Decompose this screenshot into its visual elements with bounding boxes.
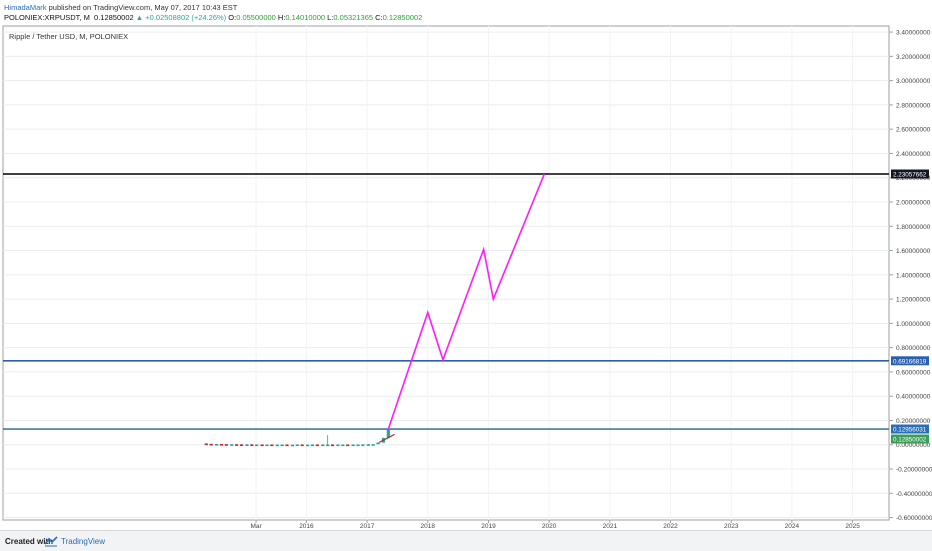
candle-body xyxy=(306,444,310,447)
candle-body xyxy=(341,444,345,447)
chart-title: Ripple / Tether USD, M, POLONIEX xyxy=(9,32,128,41)
time-tick-label: 2018 xyxy=(421,523,436,530)
candle-body xyxy=(219,444,224,446)
price-axis-labels: 2.23057662 0.69166819 0.12956031 0.12850002 xyxy=(891,169,929,444)
last-price: 0.12850002 xyxy=(94,13,134,22)
time-tick-label: 2017 xyxy=(360,523,375,530)
price-tick-label: -0.60000000 xyxy=(896,515,932,522)
candle-body xyxy=(351,444,355,447)
candle-body xyxy=(290,444,295,447)
candle-body xyxy=(371,444,375,446)
price-tick-label: 3.20000000 xyxy=(896,54,931,61)
candle-body xyxy=(300,444,304,447)
time-tick-label: Mar xyxy=(250,523,262,530)
price-tick-label: 1.80000000 xyxy=(896,224,931,231)
candle-body xyxy=(376,442,380,445)
published-text: published on TradingView.com, May 07, 20… xyxy=(48,3,238,12)
candle-body xyxy=(321,444,325,447)
close-value: 0.12850002 xyxy=(382,13,423,22)
publish-info: HimadaMark published on TradingView.com,… xyxy=(4,3,237,12)
time-tick-label: 2016 xyxy=(299,523,314,530)
time-tick-label: 2019 xyxy=(481,523,496,530)
candle-body xyxy=(265,444,269,447)
plot-area[interactable] xyxy=(2,25,890,521)
author-link[interactable]: HimadaMark xyxy=(4,3,47,12)
candle-body xyxy=(224,444,228,446)
time-tick-label: 2022 xyxy=(663,523,678,530)
price-tick-label: -0.20000000 xyxy=(896,467,932,474)
price-tick-label: 2.00000000 xyxy=(896,199,931,206)
price-tick-label: 1.60000000 xyxy=(896,248,931,255)
price-change: +0.02508802 (+24.26%) xyxy=(145,13,227,22)
tradingview-logo-icon[interactable] xyxy=(44,535,58,547)
candle-body xyxy=(356,444,360,447)
candle-body xyxy=(239,444,244,446)
candle-body xyxy=(280,444,284,447)
time-tick-label: 2024 xyxy=(785,523,800,530)
price-tick-label: 0.80000000 xyxy=(896,345,931,352)
candle-body xyxy=(230,444,234,446)
time-tick-label: 2021 xyxy=(603,523,618,530)
price-tick-label: 2.40000000 xyxy=(896,151,931,158)
candle-body xyxy=(285,444,289,447)
price-axis[interactable]: 3.40000000 3.20000000 3.00000000 2.80000000… xyxy=(889,30,932,523)
close-label: C: xyxy=(375,13,383,22)
candle-body xyxy=(295,444,299,447)
price-tick-label: 0.40000000 xyxy=(896,394,931,401)
price-tick-label: 1.20000000 xyxy=(896,297,931,304)
candle-body xyxy=(215,444,219,446)
candle-body xyxy=(270,444,274,447)
candle-body xyxy=(235,444,239,446)
candle-body xyxy=(366,444,370,446)
chart-header: HimadaMark published on TradingView.com,… xyxy=(0,0,932,24)
candle-body xyxy=(310,444,315,447)
price-tick-label: 1.40000000 xyxy=(896,272,931,279)
candle-body xyxy=(336,444,340,447)
price-tick-label: -0.40000000 xyxy=(896,491,932,498)
footer-bar: Created with TradingView xyxy=(0,530,932,551)
price-tick-label: 3.40000000 xyxy=(896,30,931,37)
time-tick-label: 2023 xyxy=(724,523,739,530)
price-tick-label: 1.00000000 xyxy=(896,321,931,328)
candle-body xyxy=(255,444,259,447)
time-tick-label: 2020 xyxy=(542,523,557,530)
price-label-value: 0.69166819 xyxy=(893,358,927,365)
candle-body xyxy=(346,444,350,447)
candle-body xyxy=(275,444,279,447)
candle-body xyxy=(315,444,319,447)
price-label-value: 0.12956031 xyxy=(893,427,927,434)
price-tick-label: 3.00000000 xyxy=(896,78,931,85)
candle-body xyxy=(260,444,264,447)
price-chart[interactable]: Ripple / Tether USD, M, POLONIEX 3.40000… xyxy=(0,24,932,530)
price-tick-label: 0.60000000 xyxy=(896,369,931,376)
candle-body xyxy=(209,443,213,446)
open-label: O: xyxy=(228,13,237,22)
candle-body xyxy=(326,444,330,447)
price-tick-label: 0.20000000 xyxy=(896,418,931,425)
candle-body xyxy=(245,444,249,446)
candle-body xyxy=(361,444,365,446)
ohlc-line: POLONIEX:XRPUSDT, M 0.12850002 ▲ +0.0250… xyxy=(4,13,422,22)
candle-body xyxy=(204,443,208,446)
low-value: 0.05321365 xyxy=(333,13,374,22)
time-tick-label: 2025 xyxy=(845,523,860,530)
price-label-value: 0.12850002 xyxy=(893,437,927,444)
open-value: 0.05500000 xyxy=(236,13,276,22)
tradingview-brand-link[interactable]: TradingView xyxy=(61,537,105,546)
price-tick-label: 2.60000000 xyxy=(896,127,931,134)
horizontal-grid xyxy=(3,31,889,519)
time-axis[interactable]: Mar 2016 2017 2018 2019 2020 2021 2022 2023 2024 2… xyxy=(250,520,860,530)
candle-body xyxy=(250,444,254,446)
candle-body xyxy=(330,444,335,447)
price-tick-label: 2.80000000 xyxy=(896,102,931,109)
change-arrow-icon: ▲ xyxy=(135,13,144,22)
high-value: 0.14010000 xyxy=(285,13,326,22)
symbol-label: POLONIEX:XRPUSDT, M xyxy=(4,13,90,22)
price-label-value: 2.23057662 xyxy=(893,172,927,179)
